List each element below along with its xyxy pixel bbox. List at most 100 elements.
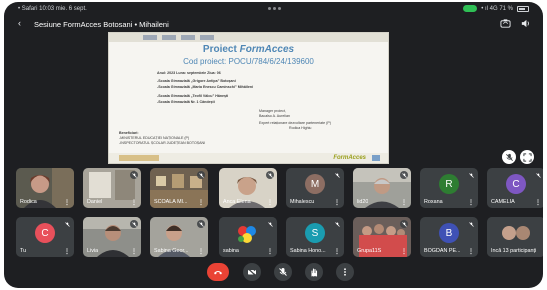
participant-tile[interactable]: Livia ⋮ xyxy=(83,217,141,257)
slide-logo-strip xyxy=(109,33,388,42)
meeting-screen: • Safari 10:03 mie. 6 sept. • ıl 4G 71 %… xyxy=(4,2,543,288)
mic-off-icon xyxy=(467,171,475,179)
more-vert-icon[interactable]: ⋮ xyxy=(468,200,474,206)
participant-name: Roxana xyxy=(424,199,443,205)
mic-off-icon xyxy=(400,171,408,179)
participant-tile[interactable]: Rodica ⋮ xyxy=(16,168,74,208)
mic-off-icon xyxy=(266,220,274,228)
participant-name: Sabina Geor... xyxy=(154,248,189,254)
participant-tile[interactable]: B BOGDAN PE... ⋮ xyxy=(420,217,478,257)
participant-tile[interactable]: Daniel ⋮ xyxy=(83,168,141,208)
participant-tile[interactable]: M Mihalescu ⋮ xyxy=(286,168,344,208)
participant-name: Grupa11S xyxy=(357,248,382,254)
more-vert-icon[interactable]: ⋮ xyxy=(401,249,407,255)
mic-off-icon xyxy=(266,171,274,179)
mic-off-icon xyxy=(400,220,408,228)
call-controls xyxy=(4,261,543,285)
participant-name: Rodica xyxy=(20,199,37,205)
participant-tile[interactable]: SCOALA MI... ⋮ xyxy=(150,168,208,208)
slide-manager-role: Manager proiect, xyxy=(259,109,286,113)
more-vert-icon[interactable]: ⋮ xyxy=(535,200,541,206)
participant-tile[interactable]: C Tu ⋮ xyxy=(16,217,74,257)
more-vert-icon[interactable]: ⋮ xyxy=(198,249,204,255)
end-call-icon xyxy=(214,271,222,275)
fullscreen-icon xyxy=(522,152,532,162)
more-options-button[interactable] xyxy=(336,263,354,281)
more-vert-icon xyxy=(344,268,346,276)
slide-school-4: -Scoala Gimnazială Nr. 1 Căndești xyxy=(157,100,215,104)
switch-camera-icon[interactable] xyxy=(500,18,511,29)
participant-tile[interactable]: S Sabina Hono... ⋮ xyxy=(286,217,344,257)
more-vert-icon[interactable]: ⋮ xyxy=(468,249,474,255)
speaker-icon[interactable] xyxy=(520,18,531,29)
slide-beneficiary-2: -INSPECTORATUL ȘCOLAR JUDEȚEAN BOTOȘANI xyxy=(119,141,206,145)
end-call-button[interactable] xyxy=(207,263,229,281)
back-arrow-icon[interactable]: ‹ xyxy=(18,18,21,28)
more-participants-tile[interactable]: Încă 13 participanți xyxy=(487,217,543,257)
more-vert-icon[interactable]: ⋮ xyxy=(131,200,137,206)
presenter-mic-off-button[interactable] xyxy=(502,150,516,164)
participant-tile[interactable]: sabina ⋮ xyxy=(219,217,277,257)
status-left: • Safari 10:03 mie. 6 sept. xyxy=(18,6,87,12)
meeting-title[interactable]: Sesiune FormAcces Botosani • Mihaileni xyxy=(34,20,169,29)
call-indicator xyxy=(463,5,478,12)
mic-off-icon xyxy=(197,171,205,179)
more-participants-label: Încă 13 participanți xyxy=(491,248,537,254)
status-right: • ıl 4G 71 % xyxy=(463,5,529,12)
avatar: S xyxy=(305,223,325,243)
fullscreen-button[interactable] xyxy=(520,150,534,164)
mic-off-icon xyxy=(197,220,205,228)
more-vert-icon[interactable]: ⋮ xyxy=(334,249,340,255)
participant-tile[interactable]: R Roxana ⋮ xyxy=(420,168,478,208)
more-vert-icon[interactable]: ⋮ xyxy=(267,200,273,206)
participant-name: CAMELIA xyxy=(491,199,515,205)
more-vert-icon[interactable]: ⋮ xyxy=(64,249,70,255)
participant-name: Tu xyxy=(20,248,27,254)
slide-school-2: -Scoala Gimnazială „Maria Enescu Caminsc… xyxy=(157,85,254,89)
participant-name: lid20 xyxy=(357,199,369,205)
mic-off-icon xyxy=(333,171,341,179)
participant-name: Mihalescu xyxy=(290,199,315,205)
slide-footer: FormAcces xyxy=(109,153,388,163)
participant-name: Daniel xyxy=(87,199,103,205)
participant-name: BOGDAN PE... xyxy=(424,248,461,254)
participant-tile[interactable]: lid20 ⋮ xyxy=(353,168,411,208)
footer-logo xyxy=(119,155,159,161)
more-vert-icon[interactable]: ⋮ xyxy=(401,200,407,206)
participant-tile[interactable]: C CAMELIA ⋮ xyxy=(487,168,543,208)
mic-off-icon xyxy=(534,171,542,179)
participant-name: SCOALA MI... xyxy=(154,199,188,205)
avatar: R xyxy=(439,174,459,194)
slide-manager-name: Bacalso A. Aurelian xyxy=(259,114,290,118)
meeting-header: ‹ Sesiune FormAcces Botosani • Mihaileni xyxy=(4,16,543,32)
status-bar: • Safari 10:03 mie. 6 sept. • ıl 4G 71 % xyxy=(4,2,543,16)
more-vert-icon[interactable]: ⋮ xyxy=(64,200,70,206)
raise-hand-button[interactable] xyxy=(305,263,323,281)
participant-tile[interactable]: Grupa11S ⋮ xyxy=(353,217,411,257)
participant-name: sabina xyxy=(223,248,239,254)
more-vert-icon[interactable]: ⋮ xyxy=(131,249,137,255)
more-vert-icon[interactable]: ⋮ xyxy=(267,249,273,255)
shared-slide[interactable]: Proiect FormAcces Cod proiect: POCU/784/… xyxy=(108,32,389,164)
footer-mark xyxy=(372,155,380,161)
mic-off-icon xyxy=(505,153,513,161)
participant-name: Sabina Hono... xyxy=(290,248,326,254)
participant-tile[interactable]: Sabina Geor... ⋮ xyxy=(150,217,208,257)
more-vert-icon[interactable]: ⋮ xyxy=(198,200,204,206)
slide-date-line: Anul: 2023 Luna: septembrie Ziua: 06 xyxy=(157,71,221,75)
mic-off-icon xyxy=(279,268,287,276)
slide-beneficiary-1: -MINISTERUL EDUCAȚIEI NAȚIONALE (P) xyxy=(119,136,190,140)
mic-off-icon xyxy=(467,220,475,228)
raise-hand-icon xyxy=(311,268,318,277)
more-vert-icon[interactable]: ⋮ xyxy=(334,200,340,206)
mic-toggle-button[interactable] xyxy=(274,263,292,281)
video-off-icon xyxy=(247,268,257,277)
participant-name: Anca Elena xyxy=(223,199,251,205)
slide-beneficiaries-label: Beneficiari: xyxy=(119,131,139,135)
avatar: B xyxy=(439,223,459,243)
multitask-dots[interactable] xyxy=(268,7,281,10)
participant-tile[interactable]: Anca Elena ⋮ xyxy=(219,168,277,208)
camera-toggle-button[interactable] xyxy=(243,263,261,281)
slide-school-1: -Scoala Gimnazială „Grigore Antipa” Boto… xyxy=(157,79,236,83)
battery-icon xyxy=(517,5,529,12)
